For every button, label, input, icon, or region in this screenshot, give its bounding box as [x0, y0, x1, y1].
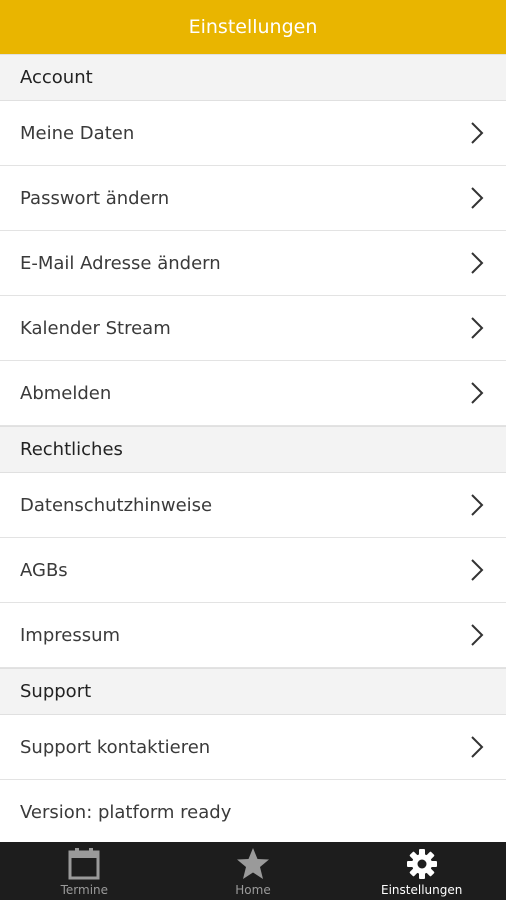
settings-item-datenschutz[interactable]: Datenschutzhinweise [0, 473, 506, 538]
settings-item-passwort-aendern[interactable]: Passwort ändern [0, 166, 506, 231]
tab-einstellungen[interactable]: Einstellungen [337, 842, 506, 900]
settings-item-label: Meine Daten [20, 122, 135, 144]
chevron-right-icon [471, 559, 484, 581]
chevron-right-icon [471, 494, 484, 516]
page-title: Einstellungen [188, 16, 318, 38]
settings-item-label: AGBs [20, 559, 68, 581]
settings-item-label: Datenschutzhinweise [20, 494, 213, 516]
settings-item-agbs[interactable]: AGBs [0, 538, 506, 603]
chevron-right-icon [471, 317, 484, 339]
settings-item-meine-daten[interactable]: Meine Daten [0, 101, 506, 166]
chevron-right-icon [471, 624, 484, 646]
settings-item-label: E-Mail Adresse ändern [20, 252, 221, 274]
section-title: Support [20, 681, 92, 702]
version-info: Version: platform ready [0, 780, 506, 842]
chevron-right-icon [471, 187, 484, 209]
calendar-icon [66, 846, 102, 882]
settings-item-label: Impressum [20, 624, 121, 646]
settings-item-kalender-stream[interactable]: Kalender Stream [0, 296, 506, 361]
section-header-support: Support [0, 668, 506, 715]
settings-list: Account Meine Daten Passwort ändern E-Ma… [0, 54, 506, 842]
settings-item-label: Kalender Stream [20, 317, 171, 339]
tab-home[interactable]: Home [169, 842, 338, 900]
settings-item-impressum[interactable]: Impressum [0, 603, 506, 668]
version-label: Version: platform ready [20, 801, 232, 823]
star-icon [235, 846, 271, 882]
settings-item-email-aendern[interactable]: E-Mail Adresse ändern [0, 231, 506, 296]
section-title: Rechtliches [20, 439, 123, 460]
bottom-tab-bar: Termine Home Einstellungen [0, 842, 506, 900]
settings-item-abmelden[interactable]: Abmelden [0, 361, 506, 426]
gear-icon [404, 846, 440, 882]
section-title: Account [20, 67, 93, 88]
tab-termine[interactable]: Termine [0, 842, 169, 900]
section-header-account: Account [0, 54, 506, 101]
chevron-right-icon [471, 382, 484, 404]
settings-item-label: Support kontaktieren [20, 736, 211, 758]
chevron-right-icon [471, 122, 484, 144]
chevron-right-icon [471, 252, 484, 274]
tab-label: Home [235, 883, 271, 897]
settings-item-label: Passwort ändern [20, 187, 170, 209]
section-header-rechtliches: Rechtliches [0, 426, 506, 473]
settings-item-support-kontaktieren[interactable]: Support kontaktieren [0, 715, 506, 780]
app-header: Einstellungen [0, 0, 506, 54]
chevron-right-icon [471, 736, 484, 758]
settings-item-label: Abmelden [20, 382, 112, 404]
tab-label: Termine [60, 883, 109, 897]
tab-label: Einstellungen [381, 883, 463, 897]
